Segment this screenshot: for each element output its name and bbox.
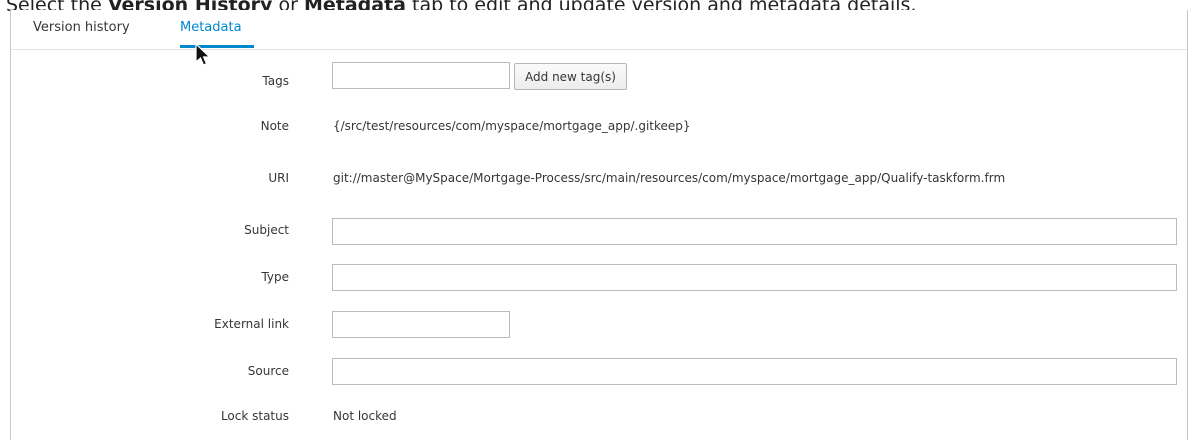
uri-value: git://master@MySpace/Mortgage-Process/sr…: [333, 171, 1006, 185]
type-label: Type: [261, 270, 289, 284]
note-value: {/src/test/resources/com/myspace/mortgag…: [333, 119, 691, 133]
add-new-tags-button[interactable]: Add new tag(s): [514, 63, 627, 90]
type-input[interactable]: [332, 264, 1177, 291]
source-input[interactable]: [332, 358, 1177, 385]
subject-input[interactable]: [332, 218, 1177, 245]
metadata-panel: Version history Metadata Tags Add new ta…: [10, 10, 1188, 440]
lock-status-value: Not locked: [333, 409, 397, 423]
tags-label: Tags: [262, 74, 289, 88]
external-link-label: External link: [214, 317, 289, 331]
tab-version-history[interactable]: Version history: [33, 20, 130, 35]
mouse-pointer-icon: [195, 43, 211, 66]
note-label: Note: [260, 119, 289, 133]
tags-input[interactable]: [332, 62, 510, 89]
tab-bar: Version history Metadata: [11, 10, 1187, 50]
uri-label: URI: [268, 171, 289, 185]
lock-status-label: Lock status: [220, 409, 289, 423]
source-label: Source: [247, 364, 289, 378]
active-tab-indicator: [180, 45, 254, 48]
external-link-input[interactable]: [332, 311, 510, 338]
subject-label: Subject: [244, 223, 289, 237]
tab-metadata[interactable]: Metadata: [180, 20, 242, 35]
